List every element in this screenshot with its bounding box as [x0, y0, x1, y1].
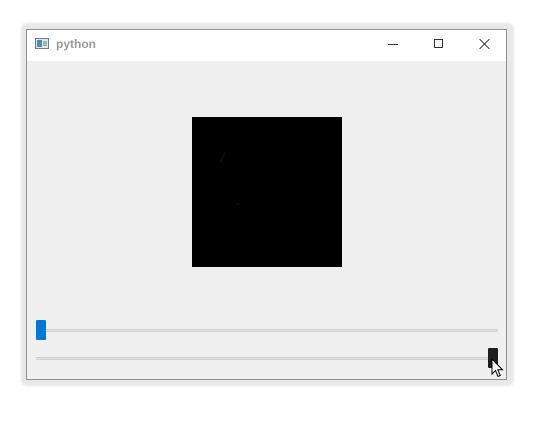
- minimize-icon: [388, 44, 398, 45]
- app-window: python: [26, 29, 507, 380]
- slider-handle[interactable]: [36, 320, 46, 340]
- image-artifact: [219, 151, 227, 163]
- maximize-icon: [434, 39, 443, 48]
- title-bar[interactable]: python: [27, 30, 506, 61]
- minimize-button[interactable]: [370, 30, 416, 60]
- window-title: python: [56, 37, 96, 51]
- slider-groove: [36, 329, 498, 332]
- slider-groove: [36, 357, 498, 360]
- maximize-button[interactable]: [416, 30, 462, 60]
- image-display: [192, 117, 342, 267]
- arrow-pointer-icon: [491, 358, 504, 378]
- close-icon: [479, 38, 491, 50]
- top-slider[interactable]: [36, 320, 498, 340]
- bottom-slider[interactable]: [36, 348, 498, 368]
- app-window-icon: [35, 38, 49, 49]
- image-artifact: [236, 203, 240, 205]
- close-button[interactable]: [462, 30, 508, 60]
